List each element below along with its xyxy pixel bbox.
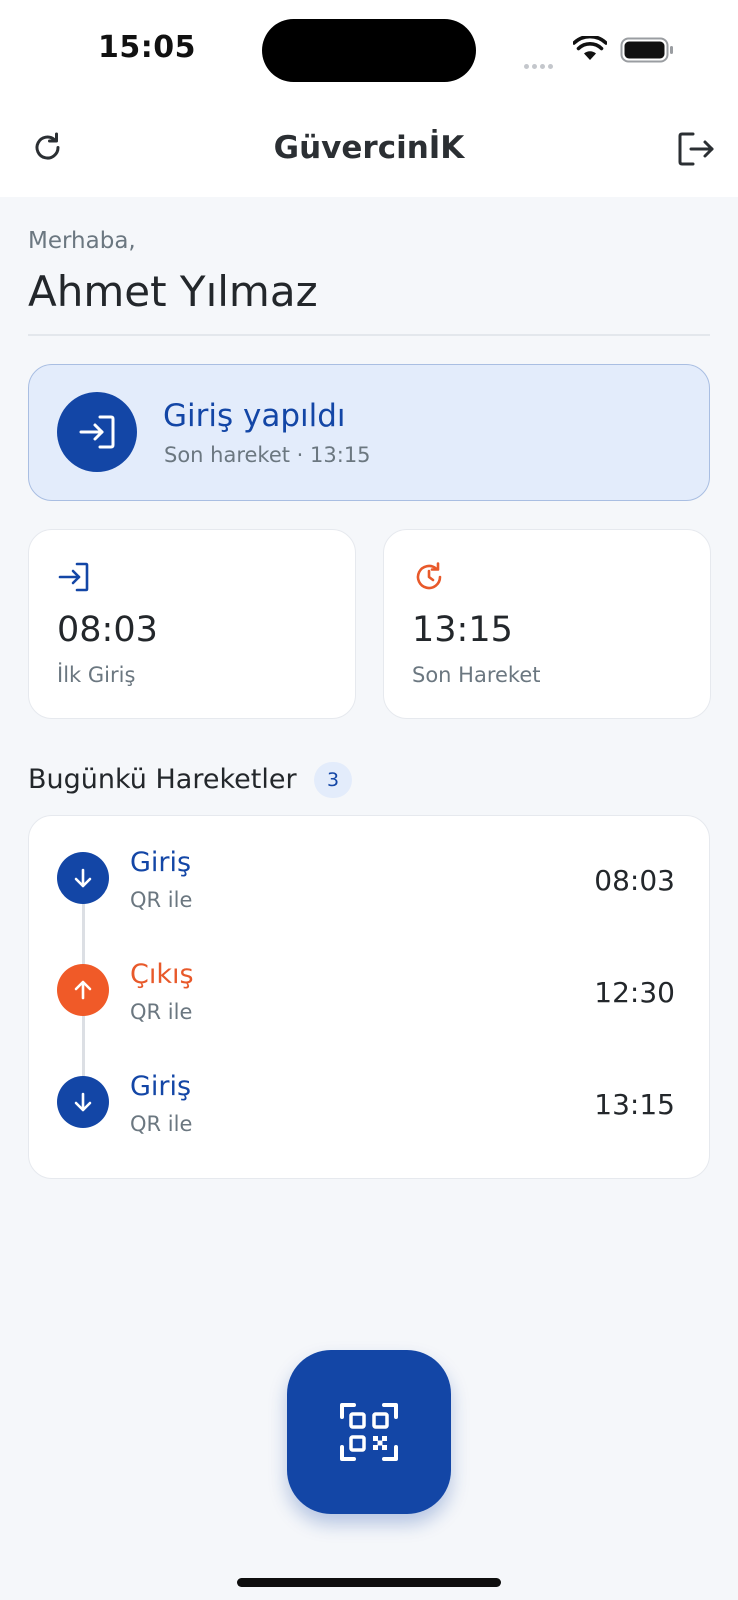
status-time: 15:05 xyxy=(98,30,196,65)
arrow-down-icon xyxy=(74,1092,92,1112)
app-header: GüvercinİK xyxy=(0,100,738,197)
cellular-signal-icon xyxy=(524,54,556,73)
movement-method: QR ile xyxy=(130,1000,193,1024)
movement-method: QR ile xyxy=(130,1112,193,1136)
movement-type: Giriş xyxy=(130,1071,192,1102)
movement-list: Giriş QR ile 08:03 Çıkış QR ile 12:30 Gi… xyxy=(28,815,710,1179)
movement-time: 08:03 xyxy=(594,864,675,897)
logout-icon xyxy=(678,132,714,166)
login-icon xyxy=(58,562,89,592)
logout-button[interactable] xyxy=(675,128,717,170)
wifi-icon xyxy=(573,36,607,60)
home-indicator xyxy=(237,1578,501,1587)
last-movement-time: 13:15 xyxy=(412,610,513,650)
user-name: Ahmet Yılmaz xyxy=(28,267,318,316)
movement-type: Giriş xyxy=(130,847,192,878)
movement-type: Çıkış xyxy=(130,959,194,990)
qr-scan-icon xyxy=(340,1403,398,1461)
movement-time: 12:30 xyxy=(594,976,675,1009)
qr-scan-button[interactable] xyxy=(287,1350,451,1514)
first-entry-time: 08:03 xyxy=(57,610,158,650)
app-title: GüvercinİK xyxy=(273,130,465,166)
first-entry-card: 08:03 İlk Giriş xyxy=(28,529,356,719)
divider xyxy=(28,334,710,336)
login-icon xyxy=(79,415,115,449)
dynamic-island xyxy=(262,19,476,82)
last-movement-label: Son Hareket xyxy=(412,663,541,687)
todays-movements-title: Bugünkü Hareketler xyxy=(28,764,297,795)
exit-dot xyxy=(57,964,109,1016)
arrow-down-icon xyxy=(74,868,92,888)
movement-row: Giriş QR ile 13:15 xyxy=(29,1060,709,1140)
arrow-up-icon xyxy=(74,980,92,1000)
current-status-card: Giriş yapıldı Son hareket · 13:15 xyxy=(28,364,710,501)
movement-row: Çıkış QR ile 12:30 xyxy=(29,948,709,1028)
movement-time: 13:15 xyxy=(594,1088,675,1121)
history-clock-icon xyxy=(416,562,442,590)
status-bar: 15:05 xyxy=(0,0,738,100)
battery-icon xyxy=(620,37,673,63)
status-subtitle: Son hareket · 13:15 xyxy=(164,443,371,467)
status-avatar xyxy=(57,392,137,472)
movement-row: Giriş QR ile 08:03 xyxy=(29,836,709,916)
status-title: Giriş yapıldı xyxy=(163,398,346,434)
greeting-text: Merhaba, xyxy=(28,228,136,254)
entry-dot xyxy=(57,1076,109,1128)
first-entry-label: İlk Giriş xyxy=(57,663,136,687)
last-movement-card: 13:15 Son Hareket xyxy=(383,529,711,719)
entry-dot xyxy=(57,852,109,904)
movement-count-badge: 3 xyxy=(314,762,352,798)
movement-method: QR ile xyxy=(130,888,193,912)
